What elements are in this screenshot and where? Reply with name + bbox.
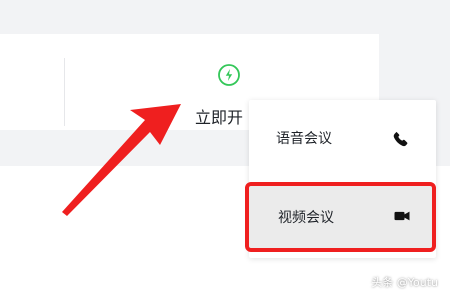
phone-icon xyxy=(393,131,408,147)
start-meeting-button[interactable]: 立即开 xyxy=(195,104,243,128)
video-camera-icon xyxy=(394,211,410,221)
video-meeting-item[interactable]: 视频会议 xyxy=(245,182,436,252)
watermark-text: 头条 @Youtu xyxy=(371,276,438,289)
video-meeting-label: 视频会议 xyxy=(278,210,334,226)
card-divider xyxy=(64,58,65,126)
lightning-icon[interactable] xyxy=(217,63,241,87)
start-meeting-dropdown: 语音会议 视频会议 xyxy=(245,100,436,258)
voice-meeting-item[interactable]: 语音会议 xyxy=(249,106,436,176)
voice-meeting-label: 语音会议 xyxy=(276,131,332,147)
